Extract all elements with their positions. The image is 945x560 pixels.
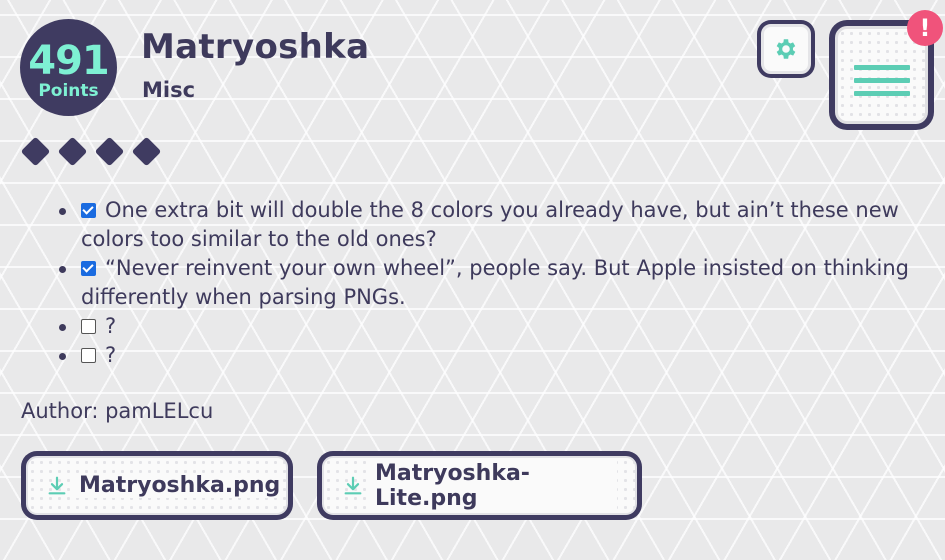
hint-text: One extra bit will double the 8 colors y… — [81, 198, 899, 251]
difficulty-diamond-icon — [57, 136, 88, 167]
file-label: Matryoshka.png — [76, 473, 284, 498]
challenge-title: Matryoshka — [141, 27, 370, 67]
hamburger-line — [853, 77, 910, 83]
hint-item: One extra bit will double the 8 colors y… — [55, 196, 925, 254]
difficulty-diamond-icon — [94, 136, 125, 167]
hint-text: “Never reinvent your own wheel”, people … — [81, 256, 909, 309]
hint-checkbox[interactable] — [81, 348, 96, 363]
hint-checkbox[interactable] — [81, 203, 96, 218]
hint-item: “Never reinvent your own wheel”, people … — [55, 254, 925, 312]
difficulty-diamond-icon — [20, 136, 51, 167]
hint-checkbox[interactable] — [81, 319, 96, 334]
download-button-face: Matryoshka-Lite.png — [322, 456, 637, 515]
points-label: Points — [38, 80, 99, 101]
download-button-face: Matryoshka.png — [26, 456, 288, 515]
hint-item: ? — [55, 312, 925, 341]
hint-text: ? — [105, 314, 117, 338]
author-label: Author: pamLELcu — [21, 399, 214, 423]
hint-checkbox[interactable] — [81, 261, 96, 276]
settings-button[interactable] — [757, 20, 815, 78]
hint-item: ? — [55, 341, 925, 370]
hamburger-line — [853, 90, 910, 96]
challenge-category: Misc — [142, 78, 196, 102]
download-icon — [342, 475, 364, 497]
difficulty-diamond-icon — [131, 136, 162, 167]
hint-text: ? — [105, 343, 117, 367]
settings-button-face — [761, 24, 811, 74]
download-matryoshka-button[interactable]: Matryoshka.png — [21, 451, 293, 520]
hints-list: One extra bit will double the 8 colors y… — [55, 196, 925, 370]
download-matryoshka-lite-button[interactable]: Matryoshka-Lite.png — [317, 451, 642, 520]
file-label: Matryoshka-Lite.png — [372, 460, 617, 511]
hamburger-line — [853, 64, 910, 70]
hamburger-icon — [853, 64, 910, 96]
difficulty-rating — [20, 136, 162, 167]
download-icon — [46, 475, 68, 497]
points-badge: 491 Points — [20, 19, 117, 116]
points-value: 491 — [28, 37, 109, 84]
gear-icon — [776, 39, 796, 59]
alert-badge: ! — [907, 10, 943, 46]
